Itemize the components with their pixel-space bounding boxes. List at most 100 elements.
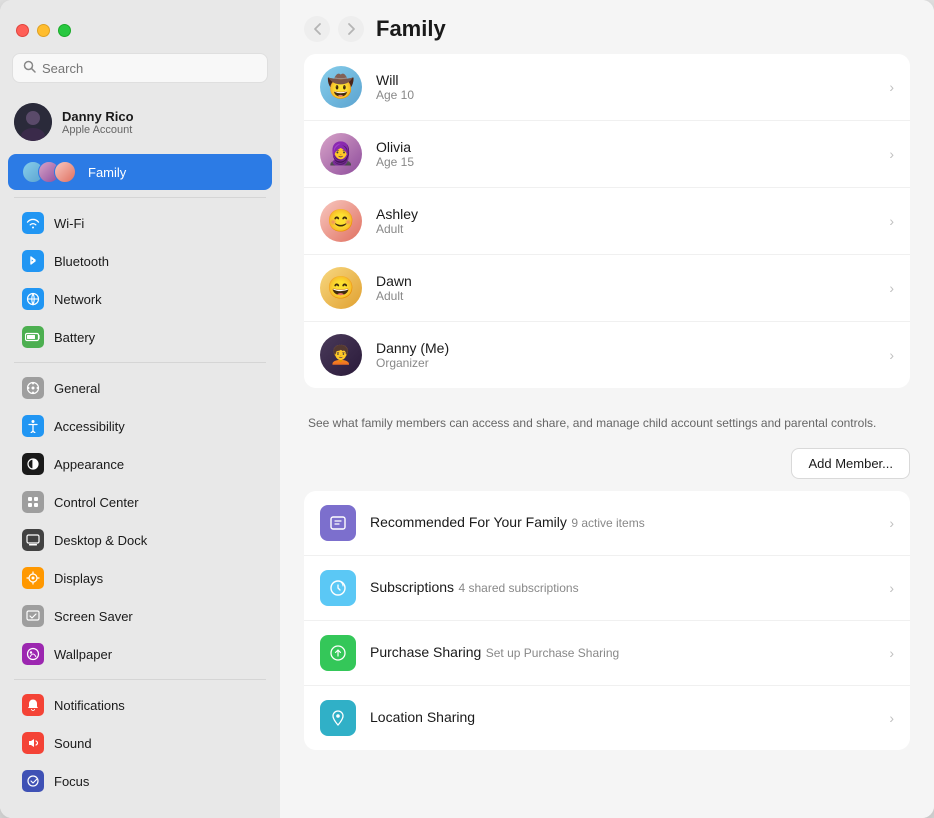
- member-role-dawn: Adult: [376, 289, 875, 303]
- sidebar-item-focus[interactable]: Focus: [8, 763, 272, 799]
- accessibility-icon: [22, 415, 44, 437]
- focus-icon: [22, 770, 44, 792]
- back-button[interactable]: [304, 16, 330, 42]
- account-name: Danny Rico: [62, 109, 134, 124]
- sidebar-item-network[interactable]: Network: [8, 281, 272, 317]
- sidebar-item-bluetooth[interactable]: Bluetooth: [8, 243, 272, 279]
- forward-button[interactable]: [338, 16, 364, 42]
- chevron-right-icon: ›: [889, 280, 894, 296]
- member-role-ashley: Adult: [376, 222, 875, 236]
- member-avatar-danny: 🧑‍🦱: [320, 334, 362, 376]
- member-role-danny: Organizer: [376, 356, 875, 370]
- bluetooth-icon: [22, 250, 44, 272]
- wifi-icon: [22, 212, 44, 234]
- desktop-dock-icon: [22, 529, 44, 551]
- sidebar-item-wifi[interactable]: Wi-Fi: [8, 205, 272, 241]
- sidebar-item-family[interactable]: Family: [8, 154, 272, 190]
- sidebar-item-screen-saver[interactable]: Screen Saver: [8, 598, 272, 634]
- feature-row-location-sharing[interactable]: Location Sharing ›: [304, 686, 910, 750]
- notifications-icon: [22, 694, 44, 716]
- sidebar-item-notifications[interactable]: Notifications: [8, 687, 272, 723]
- recommended-icon: [320, 505, 356, 541]
- family-member-row[interactable]: 😊 Ashley Adult ›: [304, 188, 910, 255]
- sidebar-item-accessibility[interactable]: Accessibility: [8, 408, 272, 444]
- sidebar-item-battery[interactable]: Battery: [8, 319, 272, 355]
- feature-row-recommended[interactable]: Recommended For Your Family 9 active ite…: [304, 491, 910, 556]
- sidebar-item-label-displays: Displays: [54, 571, 103, 586]
- wallpaper-icon: [22, 643, 44, 665]
- sidebar-item-appearance[interactable]: Appearance: [8, 446, 272, 482]
- appearance-icon: [22, 453, 44, 475]
- sidebar-item-label-screen-saver: Screen Saver: [54, 609, 133, 624]
- avatar: [14, 103, 52, 141]
- member-role-will: Age 10: [376, 88, 875, 102]
- search-icon: [23, 60, 36, 76]
- family-member-row[interactable]: 🧕 Olivia Age 15 ›: [304, 121, 910, 188]
- member-avatar-ashley: 😊: [320, 200, 362, 242]
- sidebar-item-label-accessibility: Accessibility: [54, 419, 125, 434]
- sidebar-item-label-wallpaper: Wallpaper: [54, 647, 112, 662]
- family-member-row[interactable]: 🤠 Will Age 10 ›: [304, 54, 910, 121]
- sidebar: Danny Rico Apple Account Family: [0, 0, 280, 818]
- account-subtitle: Apple Account: [62, 124, 134, 136]
- maximize-button[interactable]: [58, 24, 71, 37]
- network-icon: [22, 288, 44, 310]
- page-title: Family: [376, 16, 446, 42]
- feature-title-purchase-sharing: Purchase Sharing: [370, 644, 481, 660]
- feature-subtitle-recommended: 9 active items: [571, 516, 644, 530]
- chevron-right-icon: ›: [889, 146, 894, 162]
- feature-subtitle-subscriptions: 4 shared subscriptions: [459, 581, 579, 595]
- sidebar-item-general[interactable]: General: [8, 370, 272, 406]
- add-member-button[interactable]: Add Member...: [791, 448, 910, 479]
- chevron-right-icon: ›: [889, 645, 894, 661]
- screen-saver-icon: [22, 605, 44, 627]
- member-name-olivia: Olivia: [376, 139, 875, 155]
- sidebar-divider-1: [14, 197, 266, 198]
- member-avatar-olivia: 🧕: [320, 133, 362, 175]
- member-name-danny: Danny (Me): [376, 340, 875, 356]
- feature-row-purchase-sharing[interactable]: Purchase Sharing Set up Purchase Sharing…: [304, 621, 910, 686]
- feature-row-subscriptions[interactable]: Subscriptions 4 shared subscriptions ›: [304, 556, 910, 621]
- sidebar-item-label-focus: Focus: [54, 774, 89, 789]
- member-name-ashley: Ashley: [376, 206, 875, 222]
- feature-title-subscriptions: Subscriptions: [370, 579, 454, 595]
- sidebar-item-label-desktop-dock: Desktop & Dock: [54, 533, 147, 548]
- chevron-right-icon: ›: [889, 79, 894, 95]
- minimize-button[interactable]: [37, 24, 50, 37]
- sidebar-item-label-network: Network: [54, 292, 102, 307]
- member-name-dawn: Dawn: [376, 273, 875, 289]
- member-name-will: Will: [376, 72, 875, 88]
- close-button[interactable]: [16, 24, 29, 37]
- control-center-icon: [22, 491, 44, 513]
- main-scroll: 🤠 Will Age 10 › 🧕 Olivia Age 15: [280, 54, 934, 818]
- sidebar-item-label-general: General: [54, 381, 100, 396]
- search-input[interactable]: [42, 61, 257, 76]
- family-member-row[interactable]: 🧑‍🦱 Danny (Me) Organizer ›: [304, 322, 910, 388]
- feature-list: Recommended For Your Family 9 active ite…: [304, 491, 910, 750]
- sidebar-item-control-center[interactable]: Control Center: [8, 484, 272, 520]
- sidebar-item-label-sound: Sound: [54, 736, 92, 751]
- chevron-right-icon: ›: [889, 213, 894, 229]
- account-info: Danny Rico Apple Account: [62, 109, 134, 136]
- sidebar-item-wallpaper[interactable]: Wallpaper: [8, 636, 272, 672]
- sidebar-item-displays[interactable]: Displays: [8, 560, 272, 596]
- feature-title-recommended: Recommended For Your Family: [370, 514, 567, 530]
- family-member-row[interactable]: 😄 Dawn Adult ›: [304, 255, 910, 322]
- sidebar-item-label-appearance: Appearance: [54, 457, 124, 472]
- sidebar-item-desktop-dock[interactable]: Desktop & Dock: [8, 522, 272, 558]
- add-member-row: Add Member...: [304, 436, 910, 491]
- feature-subtitle-purchase-sharing: Set up Purchase Sharing: [486, 646, 619, 660]
- app-window: Danny Rico Apple Account Family: [0, 0, 934, 818]
- purchase-sharing-icon: [320, 635, 356, 671]
- sidebar-item-sound[interactable]: Sound: [8, 725, 272, 761]
- sidebar-item-label-wifi: Wi-Fi: [54, 216, 84, 231]
- traffic-lights: [0, 12, 280, 53]
- sound-icon: [22, 732, 44, 754]
- sidebar-item-label-family: Family: [88, 165, 126, 180]
- chevron-right-icon: ›: [889, 347, 894, 363]
- account-section[interactable]: Danny Rico Apple Account: [0, 95, 280, 149]
- search-bar[interactable]: [12, 53, 268, 83]
- family-description: See what family members can access and s…: [304, 404, 910, 436]
- chevron-right-icon: ›: [889, 515, 894, 531]
- battery-icon: [22, 326, 44, 348]
